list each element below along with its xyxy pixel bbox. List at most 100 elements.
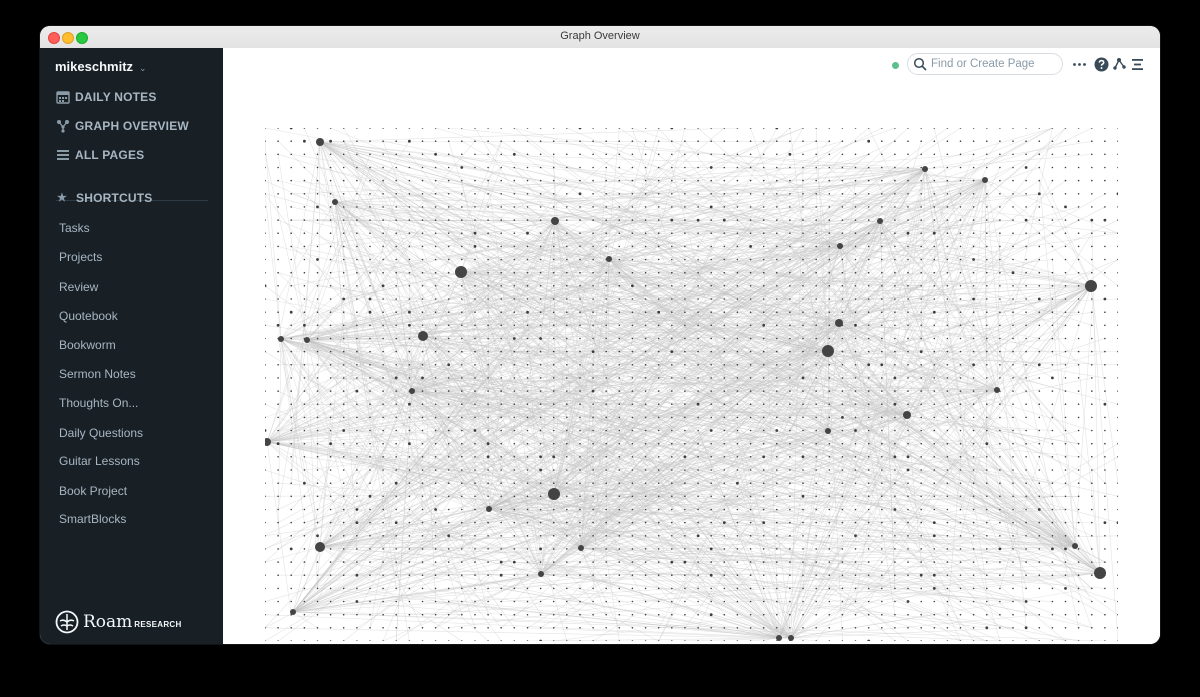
graph-node[interactable] bbox=[382, 456, 384, 458]
graph-node[interactable] bbox=[684, 640, 686, 641]
graph-node[interactable] bbox=[1117, 495, 1118, 498]
graph-node[interactable] bbox=[749, 298, 752, 300]
graph-node[interactable] bbox=[513, 600, 516, 603]
graph-node[interactable] bbox=[986, 535, 988, 537]
graph-node[interactable] bbox=[867, 193, 870, 195]
graph-node[interactable] bbox=[473, 245, 477, 248]
graph-node[interactable] bbox=[1117, 574, 1118, 576]
graph-node[interactable] bbox=[959, 403, 962, 406]
graph-node[interactable] bbox=[290, 574, 292, 576]
graph-node[interactable] bbox=[487, 311, 489, 313]
graph-node[interactable] bbox=[828, 627, 831, 629]
graph-node[interactable] bbox=[1117, 153, 1118, 156]
graph-node[interactable] bbox=[828, 153, 831, 156]
graph-node[interactable] bbox=[342, 495, 345, 498]
graph-node[interactable] bbox=[631, 350, 634, 353]
graph-node[interactable] bbox=[671, 298, 673, 300]
graph-node[interactable] bbox=[605, 495, 607, 498]
graph-node[interactable] bbox=[749, 337, 752, 340]
graph-node[interactable] bbox=[277, 245, 279, 248]
graph-node[interactable] bbox=[290, 627, 292, 629]
graph-node[interactable] bbox=[802, 390, 804, 392]
graph-node[interactable] bbox=[408, 377, 411, 379]
graph-node[interactable] bbox=[421, 403, 424, 406]
graph-node[interactable] bbox=[972, 206, 975, 208]
graph-node[interactable] bbox=[526, 600, 529, 603]
graph-node[interactable] bbox=[579, 390, 581, 392]
graph-node[interactable] bbox=[408, 364, 411, 366]
graph-node[interactable] bbox=[500, 627, 502, 629]
graph-node[interactable] bbox=[1077, 206, 1080, 208]
graph-node[interactable] bbox=[356, 258, 358, 261]
graph-node[interactable] bbox=[881, 390, 883, 392]
graph-node[interactable] bbox=[395, 613, 397, 616]
graph-node[interactable] bbox=[999, 416, 1001, 419]
graph-node[interactable] bbox=[854, 469, 857, 471]
graph-node[interactable] bbox=[789, 403, 791, 406]
graph-node[interactable] bbox=[487, 469, 489, 471]
graph-node[interactable] bbox=[631, 535, 634, 537]
graph-node[interactable] bbox=[789, 337, 791, 340]
shortcut-item[interactable]: Book Project bbox=[59, 484, 127, 498]
graph-node[interactable] bbox=[1117, 482, 1118, 484]
graph-node[interactable] bbox=[946, 350, 949, 353]
graph-node[interactable] bbox=[657, 153, 660, 156]
graph-node[interactable] bbox=[985, 442, 989, 446]
graph-node[interactable] bbox=[933, 482, 936, 485]
graph-node[interactable] bbox=[671, 193, 673, 195]
graph-node[interactable] bbox=[684, 324, 686, 327]
graph-node[interactable] bbox=[539, 377, 542, 379]
graph-node[interactable] bbox=[802, 324, 804, 327]
graph-node[interactable] bbox=[723, 285, 726, 287]
graph-node[interactable] bbox=[447, 311, 450, 313]
graph-node[interactable] bbox=[710, 193, 712, 195]
graph-node[interactable] bbox=[592, 179, 594, 182]
graph-node[interactable] bbox=[959, 482, 962, 485]
graph-node[interactable] bbox=[566, 442, 568, 445]
graph-node[interactable] bbox=[513, 271, 516, 274]
graph-node[interactable] bbox=[671, 640, 673, 641]
graph-node[interactable] bbox=[408, 350, 411, 353]
graph-node[interactable] bbox=[526, 364, 529, 366]
graph-node[interactable] bbox=[447, 403, 450, 406]
graph-node[interactable] bbox=[776, 324, 778, 327]
graph-node[interactable] bbox=[605, 456, 607, 458]
graph-node[interactable] bbox=[671, 271, 673, 274]
graph-node[interactable] bbox=[789, 548, 791, 550]
graph-node[interactable] bbox=[513, 640, 516, 641]
graph-node[interactable] bbox=[828, 403, 831, 406]
graph-node[interactable] bbox=[657, 245, 660, 248]
graph-node[interactable] bbox=[867, 613, 870, 616]
graph-node[interactable] bbox=[867, 311, 870, 313]
graph-node[interactable] bbox=[356, 535, 358, 537]
graph-node[interactable] bbox=[500, 271, 502, 274]
graph-node[interactable] bbox=[881, 613, 883, 616]
graph-node[interactable] bbox=[907, 166, 909, 169]
graph-node[interactable] bbox=[277, 561, 279, 563]
graph-node[interactable] bbox=[552, 416, 555, 419]
graph-node[interactable] bbox=[1091, 128, 1093, 129]
graph-node[interactable] bbox=[395, 350, 397, 353]
graph-node[interactable] bbox=[841, 627, 844, 629]
graph-node[interactable] bbox=[815, 469, 817, 471]
graph-node[interactable] bbox=[907, 403, 909, 406]
graph-node[interactable] bbox=[579, 377, 581, 379]
graph-node[interactable] bbox=[1024, 600, 1028, 603]
graph-node[interactable] bbox=[709, 547, 713, 551]
graph-node[interactable] bbox=[592, 324, 594, 327]
graph-node[interactable] bbox=[986, 311, 988, 313]
graph-node[interactable] bbox=[894, 140, 896, 142]
graph-node[interactable] bbox=[566, 587, 568, 590]
graph-node[interactable] bbox=[342, 179, 345, 182]
graph-node[interactable] bbox=[697, 285, 699, 287]
graph-node[interactable] bbox=[461, 179, 463, 182]
graph-node[interactable] bbox=[605, 219, 607, 221]
graph-node[interactable] bbox=[1064, 364, 1067, 366]
graph-node[interactable] bbox=[356, 627, 358, 629]
graph-node[interactable] bbox=[356, 456, 358, 458]
graph-node[interactable] bbox=[290, 298, 292, 300]
graph-node[interactable] bbox=[605, 153, 607, 156]
graph-node[interactable] bbox=[749, 403, 752, 406]
graph-node[interactable] bbox=[474, 508, 476, 511]
graph-node[interactable] bbox=[369, 128, 371, 129]
